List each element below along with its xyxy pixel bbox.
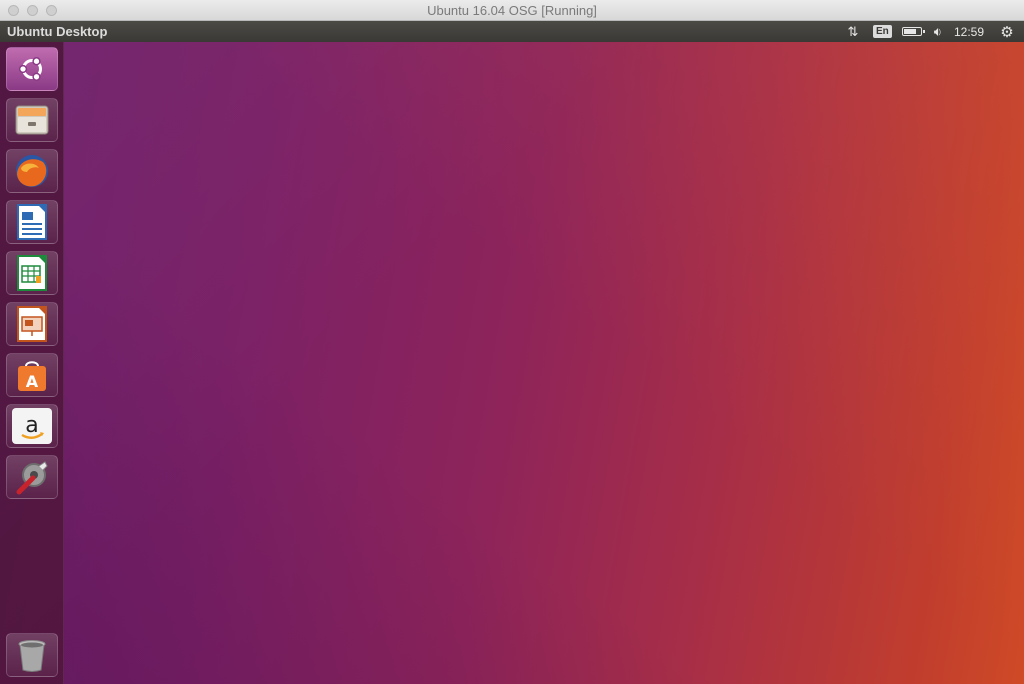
launcher-item-software[interactable]: A <box>6 353 58 397</box>
writer-document-icon <box>12 204 52 240</box>
volume-icon[interactable]: 🔉︎ <box>934 21 942 42</box>
keyboard-layout-indicator[interactable]: En <box>872 21 892 42</box>
battery-level <box>903 29 916 34</box>
impress-presentation-icon <box>12 306 52 342</box>
keyboard-layout-label: En <box>872 25 892 38</box>
trash-icon <box>12 637 52 673</box>
launcher-item-dash[interactable] <box>6 47 58 91</box>
clock[interactable]: 12:59 <box>954 21 984 42</box>
calc-spreadsheet-icon <box>12 255 52 291</box>
wallpaper-shard <box>64 42 1024 684</box>
launcher-item-impress[interactable] <box>6 302 58 346</box>
svg-text:a: a <box>25 413 38 438</box>
launcher-item-calc[interactable] <box>6 251 58 295</box>
launcher-item-writer[interactable] <box>6 200 58 244</box>
file-cabinet-icon <box>12 102 52 138</box>
launcher-item-files[interactable] <box>6 98 58 142</box>
battery-outline <box>901 27 925 36</box>
settings-wrench-icon <box>12 459 52 495</box>
indicator-area: ⇅ En 🔉︎ 12:59 ⚙ <box>843 21 1024 42</box>
battery-icon[interactable] <box>901 21 925 42</box>
panel-title: Ubuntu Desktop <box>7 24 108 39</box>
svg-text:A: A <box>26 372 39 391</box>
window-title: Ubuntu 16.04 OSG [Running] <box>427 3 597 18</box>
shopping-bag-icon: A <box>12 357 52 393</box>
ubuntu-logo-icon <box>12 51 52 87</box>
launcher: A a <box>0 42 64 684</box>
launcher-item-trash[interactable] <box>6 633 58 677</box>
amazon-icon: a <box>12 408 52 444</box>
desktop-wallpaper[interactable] <box>0 42 1024 684</box>
launcher-item-firefox[interactable] <box>6 149 58 193</box>
launcher-item-settings[interactable] <box>6 455 58 499</box>
network-transfer-icon[interactable]: ⇅ <box>843 21 863 42</box>
gear-icon[interactable]: ⚙ <box>996 21 1018 42</box>
window-titlebar: Ubuntu 16.04 OSG [Running] <box>0 0 1024 21</box>
launcher-item-amazon[interactable]: a <box>6 404 58 448</box>
top-panel: Ubuntu Desktop ⇅ En 🔉︎ 12:59 ⚙ <box>0 21 1024 42</box>
firefox-icon <box>12 153 52 189</box>
